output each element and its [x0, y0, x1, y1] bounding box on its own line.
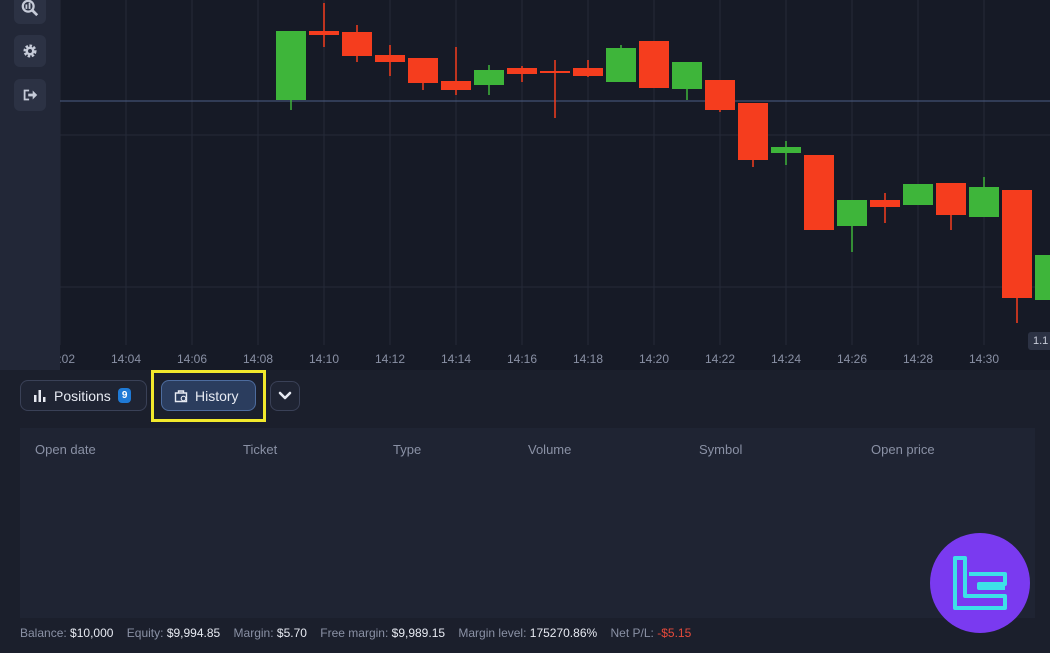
- candle-body: [837, 200, 867, 226]
- x-tick-label: 14:26: [837, 352, 867, 366]
- free-margin-label: Free margin:: [320, 626, 389, 640]
- logout-icon: [23, 89, 38, 101]
- tab-positions[interactable]: Positions 9: [20, 380, 147, 411]
- candle-body: [672, 62, 702, 89]
- column-header-volume[interactable]: Volume: [528, 442, 571, 457]
- free-margin-item: Free margin: $9,989.15: [320, 626, 445, 640]
- x-tick-label: 14:02: [60, 352, 75, 366]
- x-tick-label: 14:18: [573, 352, 603, 366]
- history-icon: [174, 389, 188, 402]
- balance-value: $10,000: [70, 626, 114, 640]
- account-status-bar: Balance: $10,000 Equity: $9,994.85 Margi…: [20, 626, 701, 640]
- zoom-button[interactable]: [14, 0, 46, 24]
- candle-body: [507, 68, 537, 74]
- x-tick-label: 14:04: [111, 352, 141, 366]
- zoom-icon: [21, 0, 39, 17]
- chart-toolbar: [0, 0, 60, 370]
- margin-label: Margin:: [233, 626, 274, 640]
- tab-history-label: History: [195, 387, 239, 404]
- candle-body: [969, 187, 999, 217]
- margin-level-label: Margin level:: [458, 626, 527, 640]
- candle-body: [705, 80, 735, 110]
- bottom-tabs-bar: Positions 9 History: [0, 370, 1050, 422]
- positions-count-badge: 9: [117, 388, 132, 403]
- candle-body: [309, 31, 339, 35]
- net-pl-item: Net P/L: -$5.15: [611, 626, 692, 640]
- x-tick-label: 14:06: [177, 352, 207, 366]
- candle-body: [573, 68, 603, 76]
- candle-body: [408, 58, 438, 83]
- collapse-panel-button[interactable]: [270, 381, 300, 411]
- x-tick-label: 14:08: [243, 352, 273, 366]
- candle-body: [1002, 190, 1032, 298]
- equity-label: Equity:: [126, 626, 164, 640]
- chevron-down-icon: [278, 391, 292, 400]
- margin-value: $5.70: [276, 626, 307, 640]
- x-tick-label: 14:24: [771, 352, 801, 366]
- candle-body: [276, 31, 306, 100]
- logo-mark: [953, 556, 1007, 610]
- candle-body: [639, 41, 669, 88]
- free-margin-value: $9,989.15: [391, 626, 446, 640]
- candle-body: [474, 70, 504, 85]
- price-chart[interactable]: 14:02 14:04 14:06 14:08 14:10 14:12 14:14 14:16…: [60, 0, 1050, 370]
- candle-body: [903, 184, 933, 205]
- equity-item: Equity: $9,994.85: [127, 626, 220, 640]
- column-header-symbol[interactable]: Symbol: [699, 442, 742, 457]
- column-header-ticket[interactable]: Ticket: [243, 442, 277, 457]
- x-tick-label: 14:12: [375, 352, 405, 366]
- candle-body: [606, 48, 636, 82]
- broker-logo: [930, 533, 1030, 633]
- candle-body: [870, 200, 900, 207]
- net-pl-label: Net P/L:: [610, 626, 654, 640]
- candle-body: [936, 183, 966, 215]
- column-header-type[interactable]: Type: [393, 442, 421, 457]
- price-tag: 1.1: [1028, 332, 1050, 350]
- candle-body: [342, 32, 372, 56]
- settings-button[interactable]: [14, 35, 46, 67]
- x-tick-label: 14:28: [903, 352, 933, 366]
- candlestick-chart: 14:02 14:04 14:06 14:08 14:10 14:12 14:14 14:16…: [60, 0, 1050, 366]
- candle-body: [375, 55, 405, 62]
- candle-body: [540, 71, 570, 73]
- column-header-open-price[interactable]: Open price: [871, 442, 935, 457]
- candle-body: [1035, 255, 1050, 300]
- balance-item: Balance: $10,000: [20, 626, 113, 640]
- logout-button[interactable]: [14, 79, 46, 111]
- history-table: Open date Ticket Type Volume Symbol Open…: [20, 428, 1035, 618]
- candle-body: [771, 147, 801, 153]
- gear-icon: [23, 44, 37, 58]
- balance-label: Balance:: [20, 626, 67, 640]
- x-tick-label: 14:14: [441, 352, 471, 366]
- tab-history[interactable]: History: [161, 380, 256, 411]
- candle-body: [738, 103, 768, 160]
- bar-chart-icon: [34, 389, 46, 402]
- candle-body: [441, 81, 471, 90]
- column-header-open-date[interactable]: Open date: [35, 442, 96, 457]
- x-tick-label: 14:22: [705, 352, 735, 366]
- tab-positions-label: Positions: [54, 387, 111, 404]
- equity-value: $9,994.85: [166, 626, 221, 640]
- candle-body: [804, 155, 834, 230]
- margin-item: Margin: $5.70: [234, 626, 307, 640]
- x-tick-label: 14:16: [507, 352, 537, 366]
- x-tick-label: 14:20: [639, 352, 669, 366]
- margin-level-value: 175270.86%: [529, 626, 598, 640]
- x-tick-label: 14:30: [969, 352, 999, 366]
- net-pl-value: -$5.15: [657, 626, 692, 640]
- x-tick-label: 14:10: [309, 352, 339, 366]
- margin-level-item: Margin level: 175270.86%: [458, 626, 597, 640]
